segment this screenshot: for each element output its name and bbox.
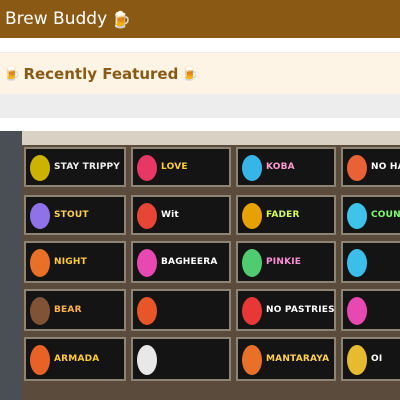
- board-illustration: [30, 203, 50, 229]
- menu-board: [341, 289, 400, 331]
- menu-board: PINKIE: [236, 241, 336, 283]
- board-illustration: [347, 297, 367, 325]
- menu-board: NO HA: [341, 147, 400, 187]
- photo-wall: [0, 131, 400, 145]
- menu-board: LOVE: [131, 147, 231, 187]
- menu-board: COUNT: [341, 195, 400, 235]
- menu-board: ARMADA: [24, 337, 126, 381]
- photo-wall-left: [0, 131, 22, 400]
- menu-board: KOBA: [236, 147, 336, 187]
- board-illustration: [137, 155, 157, 181]
- menu-board: Wit: [131, 195, 231, 235]
- menu-board: BEAR: [24, 289, 126, 331]
- header-spacer: [0, 38, 400, 52]
- board-label: MANTARAYA: [266, 354, 330, 364]
- board-label: Wit: [161, 210, 179, 220]
- board-label: NIGHT: [54, 257, 87, 267]
- beer-mug-icon: 🍺: [111, 9, 132, 29]
- board-label: COUNT: [371, 210, 400, 220]
- board-label: NO PASTRIES: [266, 305, 335, 315]
- board-illustration: [137, 203, 157, 229]
- board-illustration: [30, 155, 50, 181]
- board-illustration: [242, 203, 262, 229]
- board-illustration: [242, 155, 262, 181]
- board-illustration: [137, 249, 157, 277]
- menu-board: [131, 337, 231, 381]
- menu-board: FADER: [236, 195, 336, 235]
- board-label: STOUT: [54, 210, 89, 220]
- menu-board: NO PASTRIES: [236, 289, 336, 331]
- beer-mug-icon: 🍺: [181, 65, 199, 82]
- section-header: 🍺 Recently Featured 🍺: [0, 53, 400, 94]
- board-label: OI: [371, 354, 383, 364]
- beer-mug-icon: 🍺: [3, 65, 21, 82]
- featured-image[interactable]: STAY TRIPPY LOVE KOBA NO HA STOUT Wit FADER COU…: [0, 131, 400, 400]
- board-illustration: [30, 249, 50, 277]
- section-divider: [0, 94, 400, 118]
- menu-board: [341, 241, 400, 283]
- menu-board: MANTARAYA: [236, 337, 336, 381]
- board-label: BAGHEERA: [161, 257, 218, 267]
- board-label: STAY TRIPPY: [54, 162, 121, 172]
- board-label: LOVE: [161, 162, 188, 172]
- menu-board: STOUT: [24, 195, 126, 235]
- app-title: Brew Buddy: [5, 9, 108, 29]
- section-title: Recently Featured: [23, 64, 179, 83]
- menu-board: OI: [341, 337, 400, 381]
- menu-board: BAGHEERA: [131, 241, 231, 283]
- board-illustration: [30, 345, 50, 375]
- board-illustration: [347, 345, 367, 375]
- board-illustration: [137, 345, 157, 375]
- board-illustration: [242, 249, 262, 277]
- menu-board: STAY TRIPPY: [24, 147, 126, 187]
- board-label: FADER: [266, 210, 300, 220]
- menu-board: [131, 289, 231, 331]
- board-label: BEAR: [54, 305, 82, 315]
- app-bar: Brew Buddy 🍺: [0, 0, 400, 38]
- board-label: NO HA: [371, 162, 400, 172]
- board-label: ARMADA: [54, 354, 100, 364]
- board-illustration: [137, 297, 157, 325]
- menu-board: NIGHT: [24, 241, 126, 283]
- image-top-spacer: [0, 118, 400, 131]
- board-illustration: [347, 155, 367, 181]
- board-illustration: [242, 345, 262, 375]
- board-label: PINKIE: [266, 257, 302, 267]
- board-illustration: [347, 203, 367, 229]
- board-label: KOBA: [266, 162, 295, 172]
- board-illustration: [242, 297, 262, 325]
- board-illustration: [30, 297, 50, 325]
- board-illustration: [347, 249, 367, 277]
